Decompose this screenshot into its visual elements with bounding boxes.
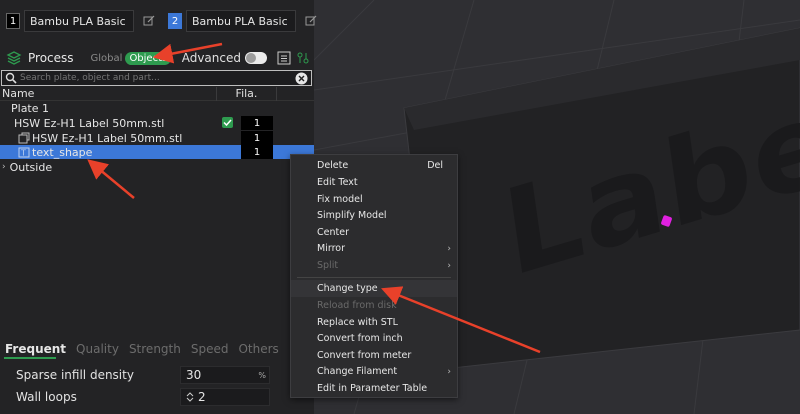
tree-row-label: HSW Ez-H1 Label 50mm.stl: [32, 131, 183, 145]
tree-row-plate[interactable]: Plate 1: [0, 101, 314, 115]
printable-checkbox[interactable]: [222, 117, 233, 128]
sparse-infill-input[interactable]: 30 %: [180, 366, 270, 384]
settings-tabs: Frequent Quality Strength Speed Others: [0, 340, 314, 358]
filament-number-1: 1: [6, 13, 20, 29]
setting-unit: %: [258, 370, 266, 380]
menu-item-edit-in-parameter-table[interactable]: Edit in Parameter Table: [291, 380, 457, 397]
menu-item-label: Edit in Parameter Table: [317, 383, 428, 394]
search-icon: [5, 72, 17, 84]
setting-wall-loops: Wall loops 2: [0, 387, 314, 407]
menu-item-label: Change Filament: [317, 366, 398, 377]
edit-icon[interactable]: [140, 12, 158, 30]
menu-item-label: Center: [317, 227, 349, 238]
object-search-box: [1, 70, 312, 86]
menu-item-label: Edit Text: [317, 177, 358, 188]
filament-number-2: 2: [168, 13, 182, 29]
menu-item-label: Delete: [317, 160, 349, 171]
tree-row-label: Outside: [9, 160, 53, 174]
text-shape-icon: T: [18, 147, 30, 158]
app-window: Labe 1 Bambu PLA Basic 2 Bambu PLA Basic: [0, 0, 800, 414]
scope-global-button[interactable]: Global: [88, 53, 126, 64]
stepper-icon[interactable]: [186, 391, 194, 403]
menu-item-mirror[interactable]: Mirror ›: [291, 240, 457, 257]
menu-item-replace-with-stl[interactable]: Replace with STL: [291, 314, 457, 331]
menu-item-reload-from-disk[interactable]: Reload from disk: [291, 297, 457, 314]
menu-item-change-type[interactable]: Change type: [291, 280, 457, 297]
process-title: Process: [28, 51, 74, 65]
part-icon: [18, 132, 30, 144]
filament-row: 1 Bambu PLA Basic 2 Bambu PLA Basic: [0, 8, 320, 34]
setting-label: Sparse infill density: [16, 368, 134, 382]
tree-row-label: HSW Ez-H1 Label 50mm.stl: [14, 116, 165, 130]
menu-item-label: Replace with STL: [317, 317, 398, 328]
tab-frequent[interactable]: Frequent: [5, 342, 66, 356]
submenu-arrow-icon: ›: [447, 366, 451, 377]
advanced-toggle[interactable]: [245, 52, 267, 64]
advanced-label: Advanced: [181, 51, 241, 65]
setting-value: 2: [198, 390, 206, 404]
left-panel: 1 Bambu PLA Basic 2 Bambu PLA Basic Proc…: [0, 0, 317, 414]
menu-item-label: Convert from inch: [317, 333, 403, 344]
tree-row-label: text_shape: [32, 145, 93, 159]
menu-item-change-filament[interactable]: Change Filament ›: [291, 363, 457, 380]
tab-speed[interactable]: Speed: [191, 342, 229, 356]
menu-item-fix-model[interactable]: Fix model: [291, 191, 457, 208]
wall-loops-stepper[interactable]: 2: [180, 388, 270, 406]
active-tab-underline: [4, 357, 56, 359]
tree-row-object[interactable]: HSW Ez-H1 Label 50mm.stl 1: [0, 116, 314, 130]
menu-item-split[interactable]: Split ›: [291, 257, 457, 274]
menu-item-label: Simplify Model: [317, 210, 387, 221]
column-filament[interactable]: Fila.: [217, 86, 277, 101]
tree-row-outside[interactable]: › Outside: [0, 160, 314, 174]
menu-item-label: Split: [317, 260, 339, 271]
menu-item-shortcut: Del: [427, 160, 443, 171]
list-icon[interactable]: [277, 51, 291, 65]
menu-item-label: Change type: [317, 283, 378, 294]
svg-text:T: T: [20, 149, 26, 158]
menu-item-convert-from-meter[interactable]: Convert from meter: [291, 347, 457, 364]
menu-item-convert-from-inch[interactable]: Convert from inch: [291, 330, 457, 347]
filament-name-2[interactable]: Bambu PLA Basic: [186, 10, 296, 32]
menu-item-center[interactable]: Center: [291, 224, 457, 241]
tab-strength[interactable]: Strength: [129, 342, 181, 356]
filament-cell[interactable]: 1: [241, 131, 273, 145]
filament-slot-2[interactable]: 2 Bambu PLA Basic: [168, 9, 320, 33]
filament-slot-1[interactable]: 1 Bambu PLA Basic: [6, 9, 158, 33]
search-input[interactable]: [20, 73, 295, 83]
menu-item-edit-text[interactable]: Edit Text: [291, 174, 457, 191]
tree-row-text-shape[interactable]: T text_shape 1: [0, 145, 314, 159]
menu-item-delete[interactable]: Delete Del: [291, 157, 457, 174]
tab-others[interactable]: Others: [238, 342, 278, 356]
object-list-header: Name Fila.: [0, 86, 314, 101]
edit-icon[interactable]: [302, 12, 320, 30]
filament-name-1[interactable]: Bambu PLA Basic: [24, 10, 134, 32]
menu-item-simplify-model[interactable]: Simplify Model: [291, 207, 457, 224]
menu-item-label: Convert from meter: [317, 350, 412, 361]
submenu-arrow-icon: ›: [447, 260, 451, 271]
setting-label: Wall loops: [16, 390, 77, 404]
tree-row-part[interactable]: HSW Ez-H1 Label 50mm.stl 1: [0, 131, 314, 145]
menu-item-label: Mirror: [317, 243, 345, 254]
filament-cell[interactable]: 1: [241, 145, 273, 159]
compare-icon[interactable]: [296, 51, 310, 65]
process-scope-switch: Global Objects: [88, 51, 172, 65]
filament-cell[interactable]: 1: [241, 116, 273, 130]
scope-objects-button[interactable]: Objects: [125, 51, 172, 65]
menu-item-label: Reload from disk: [317, 300, 397, 311]
menu-separator: [297, 277, 451, 278]
check-icon: [223, 119, 232, 127]
context-menu: Delete Del Edit Text Fix model Simplify M…: [290, 154, 458, 398]
menu-item-label: Fix model: [317, 194, 363, 205]
tree-row-label: Plate 1: [11, 101, 50, 115]
submenu-arrow-icon: ›: [447, 243, 451, 254]
process-header: Process Global Objects Advanced: [0, 48, 314, 68]
layers-icon: [6, 51, 22, 65]
setting-value: 30: [186, 368, 202, 382]
column-name[interactable]: Name: [2, 86, 217, 101]
clear-icon[interactable]: [295, 72, 308, 85]
chevron-right-icon[interactable]: ›: [2, 162, 6, 172]
tab-quality[interactable]: Quality: [76, 342, 119, 356]
setting-sparse-infill-density: Sparse infill density 30 %: [0, 365, 314, 385]
